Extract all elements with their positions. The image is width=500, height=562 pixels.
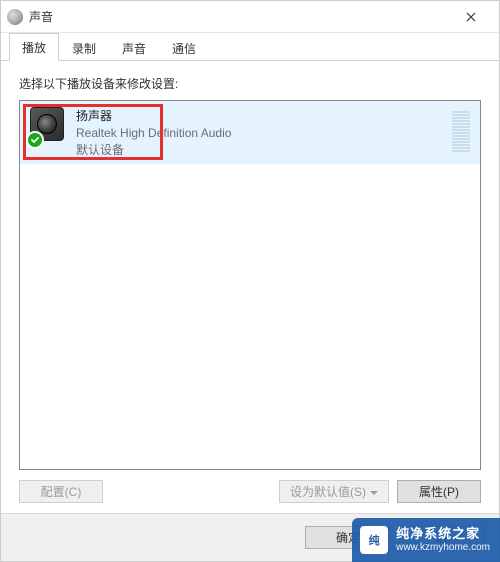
tab-recording[interactable]: 录制 (59, 34, 109, 61)
set-default-button[interactable]: 设为默认值(S) (279, 480, 389, 503)
window-title: 声音 (29, 8, 449, 25)
close-button[interactable] (449, 2, 493, 32)
button-label: 设为默认值(S) (290, 483, 366, 500)
tab-playback[interactable]: 播放 (9, 33, 59, 61)
watermark-title: 纯净系统之家 (396, 527, 490, 542)
device-button-row: 配置(C) 设为默认值(S) 属性(P) (19, 470, 481, 513)
watermark: 纯 纯净系统之家 www.kzmyhome.com (352, 518, 500, 562)
watermark-logo-icon: 纯 (360, 526, 388, 554)
tab-label: 通信 (172, 42, 196, 56)
tab-label: 录制 (72, 42, 96, 56)
sound-settings-window: 声音 播放 录制 声音 通信 选择以下播放设备来修改设置: 扬声器 Realte… (0, 0, 500, 562)
button-label: 属性(P) (419, 483, 459, 500)
instruction-text: 选择以下播放设备来修改设置: (19, 75, 481, 92)
properties-button[interactable]: 属性(P) (397, 480, 481, 503)
watermark-url: www.kzmyhome.com (396, 542, 490, 554)
device-text: 扬声器 Realtek High Definition Audio 默认设备 (76, 107, 444, 158)
device-status: 默认设备 (76, 142, 444, 159)
device-item[interactable]: 扬声器 Realtek High Definition Audio 默认设备 (20, 101, 480, 164)
device-icon-wrap (30, 107, 66, 147)
configure-button[interactable]: 配置(C) (19, 480, 103, 503)
app-icon (7, 9, 23, 25)
button-label: 配置(C) (41, 483, 82, 500)
tab-label: 播放 (22, 41, 46, 55)
volume-level-meter (452, 107, 470, 152)
default-check-icon (26, 131, 44, 149)
device-name: 扬声器 (76, 108, 444, 125)
tab-label: 声音 (122, 42, 146, 56)
device-description: Realtek High Definition Audio (76, 125, 444, 142)
device-list[interactable]: 扬声器 Realtek High Definition Audio 默认设备 (19, 100, 481, 470)
close-icon (466, 12, 476, 22)
titlebar: 声音 (1, 1, 499, 33)
tabstrip: 播放 录制 声音 通信 (1, 33, 499, 61)
tab-sounds[interactable]: 声音 (109, 34, 159, 61)
tab-content: 选择以下播放设备来修改设置: 扬声器 Realtek High Definiti… (1, 61, 499, 513)
tab-communications[interactable]: 通信 (159, 34, 209, 61)
chevron-down-icon (370, 485, 378, 499)
